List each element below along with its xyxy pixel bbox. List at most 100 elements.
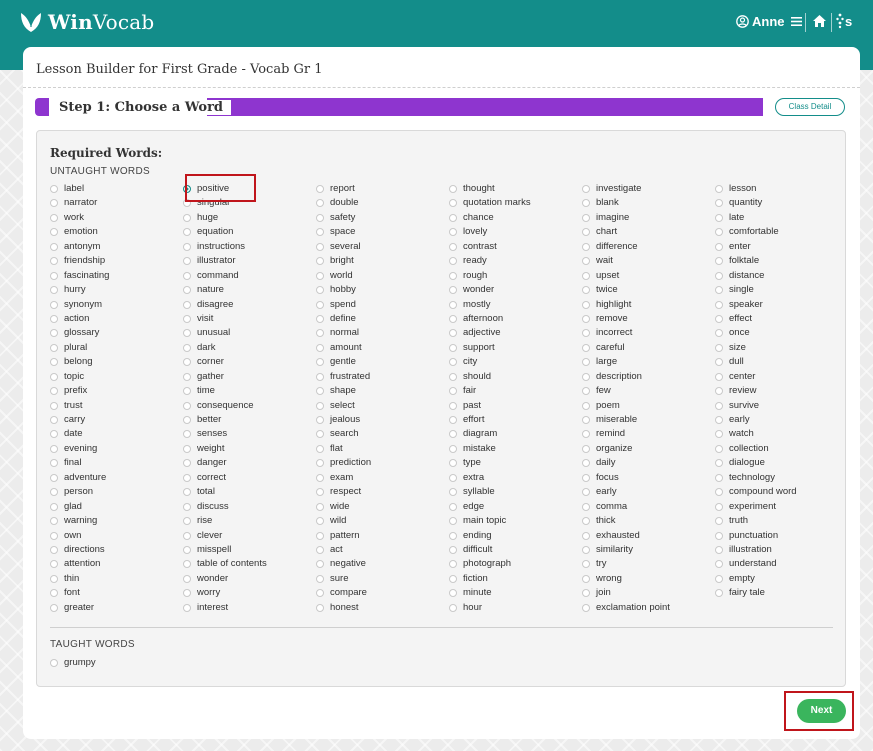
word-option[interactable]: jealous [316,413,446,427]
word-option[interactable]: dialogue [715,456,845,470]
word-option[interactable]: space [316,225,446,239]
radio-button[interactable] [715,589,723,598]
word-option[interactable]: disagree [183,298,313,312]
word-option[interactable]: early [715,413,845,427]
word-option[interactable]: search [316,427,446,441]
word-option[interactable]: support [449,341,579,355]
radio-button[interactable] [715,488,723,497]
word-option[interactable]: shape [316,384,446,398]
radio-button[interactable] [449,574,457,583]
word-option[interactable]: survive [715,399,845,413]
word-option[interactable]: experiment [715,500,845,514]
word-option[interactable]: plural [50,341,180,355]
word-option[interactable]: antonym [50,240,180,254]
word-option[interactable]: watch [715,427,845,441]
word-option[interactable]: twice [582,283,712,297]
radio-button[interactable] [50,213,58,222]
radio-button[interactable] [449,300,457,309]
word-option[interactable]: amount [316,341,446,355]
word-option[interactable]: fairy tale [715,586,845,600]
brand-badge[interactable]: s [836,13,852,29]
radio-button[interactable] [715,300,723,309]
word-option[interactable]: adventure [50,471,180,485]
radio-button[interactable] [183,589,191,598]
word-option[interactable]: single [715,283,845,297]
word-option[interactable]: huge [183,211,313,225]
word-option[interactable]: difficult [449,543,579,557]
radio-button[interactable] [582,473,590,482]
class-detail-button[interactable]: Class Detail [775,98,845,116]
word-option[interactable]: label [50,182,180,196]
radio-button[interactable] [50,199,58,208]
word-option[interactable]: senses [183,427,313,441]
radio-button[interactable] [50,372,58,381]
radio-button[interactable] [449,545,457,554]
radio-button[interactable] [50,416,58,424]
radio-button[interactable] [582,242,590,251]
radio-button[interactable] [715,401,723,410]
word-option[interactable]: prediction [316,456,446,470]
winvocab-logo[interactable]: WinVocab [20,10,154,34]
radio-button[interactable] [582,228,590,237]
radio-button[interactable] [582,416,590,424]
word-option[interactable]: highlight [582,298,712,312]
word-option[interactable]: quantity [715,196,845,210]
word-option[interactable]: work [50,211,180,225]
word-option[interactable]: few [582,384,712,398]
radio-button[interactable] [316,430,324,439]
radio-button[interactable] [582,502,590,511]
word-option[interactable]: daily [582,456,712,470]
word-option[interactable]: difference [582,240,712,254]
word-option[interactable]: dull [715,355,845,369]
radio-button[interactable] [183,502,191,511]
word-option[interactable]: photograph [449,557,579,571]
word-option[interactable]: remove [582,312,712,326]
word-option[interactable]: ending [449,529,579,543]
word-option[interactable]: past [449,399,579,413]
radio-button[interactable] [183,401,191,410]
word-option[interactable]: fiction [449,572,579,586]
radio-button[interactable] [582,213,590,222]
radio-button[interactable] [316,343,324,352]
word-option[interactable]: honest [316,601,446,615]
word-option[interactable]: narrator [50,196,180,210]
word-option[interactable]: investigate [582,182,712,196]
radio-button[interactable] [50,659,58,667]
word-option[interactable]: better [183,413,313,427]
radio-button[interactable] [582,459,590,468]
radio-button[interactable] [582,387,590,396]
radio-button[interactable] [316,488,324,497]
word-option[interactable]: directions [50,543,180,557]
radio-button[interactable] [50,502,58,511]
radio-button[interactable] [582,545,590,554]
radio-button[interactable] [715,271,723,280]
radio-button[interactable] [582,488,590,497]
radio-button[interactable] [316,459,324,468]
radio-button[interactable] [183,459,191,468]
word-option[interactable]: hurry [50,283,180,297]
radio-button[interactable] [183,314,191,323]
word-option[interactable]: wide [316,500,446,514]
radio-button[interactable] [582,257,590,266]
word-option[interactable]: imagine [582,211,712,225]
radio-button[interactable] [582,372,590,381]
word-option[interactable]: center [715,370,845,384]
radio-button[interactable] [316,387,324,396]
radio-button[interactable] [449,329,457,338]
word-option[interactable]: weight [183,442,313,456]
radio-button[interactable] [50,459,58,468]
word-option[interactable]: wonder [449,283,579,297]
word-option[interactable]: interest [183,601,313,615]
home-icon[interactable] [812,14,827,33]
radio-button[interactable] [50,228,58,237]
radio-button[interactable] [582,286,590,295]
word-option[interactable]: correct [183,471,313,485]
word-option[interactable]: flat [316,442,446,456]
radio-button[interactable] [715,574,723,583]
word-option[interactable]: command [183,269,313,283]
word-option[interactable]: rough [449,269,579,283]
radio-button[interactable] [449,271,457,280]
radio-button[interactable] [316,185,324,193]
radio-button[interactable] [50,329,58,338]
word-option[interactable]: visit [183,312,313,326]
